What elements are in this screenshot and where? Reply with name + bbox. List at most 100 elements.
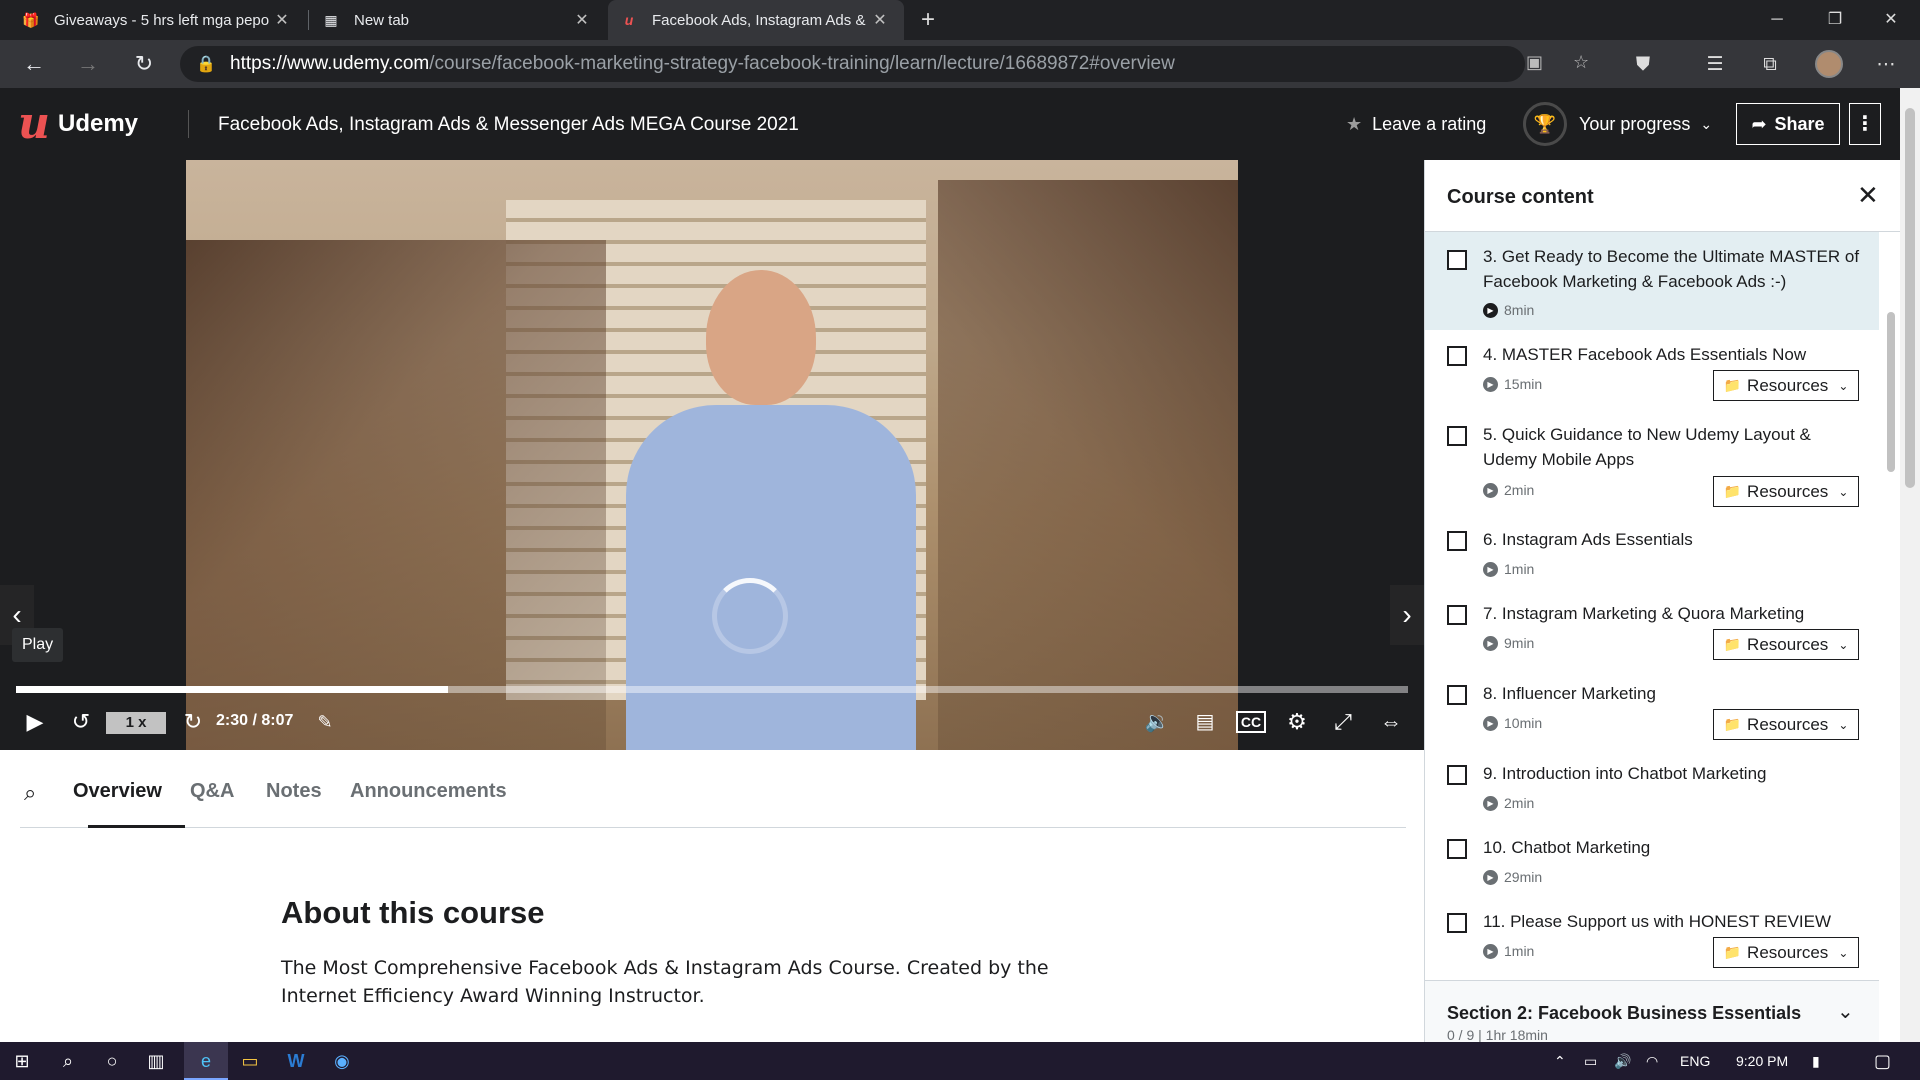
active-tab-underline: [88, 825, 185, 828]
captions-icon[interactable]: CC: [1236, 711, 1266, 733]
browser-tab-active[interactable]: u Facebook Ads, Instagram Ads & ✕: [608, 0, 904, 40]
resources-button[interactable]: 📁 Resources ⌄: [1713, 937, 1859, 968]
tab-title: Giveaways - 5 hrs left mga pepol: [54, 11, 270, 29]
rewind-icon[interactable]: ↺: [66, 708, 96, 736]
tab-announcements[interactable]: Announcements: [350, 780, 507, 803]
section-header[interactable]: Section 2: Facebook Business Essentials …: [1425, 980, 1879, 1042]
lecture-checkbox[interactable]: [1447, 250, 1467, 270]
play-icon[interactable]: ▶: [20, 708, 50, 736]
lecture-checkbox[interactable]: [1447, 913, 1467, 933]
more-options-icon[interactable]: ⋯: [1873, 52, 1899, 78]
profile-avatar[interactable]: [1815, 50, 1843, 78]
resources-button[interactable]: 📁 Resources ⌄: [1713, 629, 1859, 660]
lecture-item[interactable]: 10. Chatbot Marketing ▶ 29min: [1425, 823, 1879, 897]
share-button[interactable]: ➦ Share: [1736, 103, 1840, 145]
leave-rating-label: Leave a rating: [1372, 114, 1487, 134]
collections-icon[interactable]: ⧉: [1757, 52, 1783, 78]
app-icon[interactable]: ◉: [320, 1042, 364, 1080]
lecture-item[interactable]: 6. Instagram Ads Essentials ▶ 1min: [1425, 515, 1879, 589]
lecture-checkbox[interactable]: [1447, 685, 1467, 705]
more-menu-button[interactable]: ⋮: [1849, 103, 1881, 145]
tab-notes[interactable]: Notes: [266, 780, 322, 803]
clock[interactable]: 9:20 PM: [1736, 1042, 1788, 1080]
close-tab-icon[interactable]: ✕: [868, 10, 892, 30]
address-bar[interactable]: 🔒 https://www.udemy.com/course/facebook-…: [180, 46, 1589, 82]
about-heading: About this course: [281, 895, 545, 930]
notes-add-icon[interactable]: ✎: [310, 708, 340, 736]
volume-icon[interactable]: 🔊: [1614, 1042, 1631, 1080]
restore-icon[interactable]: ❐: [1806, 0, 1864, 40]
shield-extension-icon[interactable]: ⛊: [1630, 52, 1656, 78]
windows-start-icon[interactable]: ⊞: [0, 1042, 44, 1080]
word-icon[interactable]: W: [274, 1042, 318, 1080]
folder-icon: 📁: [1723, 483, 1742, 499]
transcript-icon[interactable]: ▤: [1190, 708, 1220, 736]
browser-tab[interactable]: 🎁 Giveaways - 5 hrs left mga pepol ✕: [10, 0, 306, 40]
settings-gear-icon[interactable]: ⚙: [1282, 708, 1312, 736]
search-icon[interactable]: ⌕: [24, 780, 36, 806]
favorite-star-icon[interactable]: ☆: [1573, 52, 1589, 73]
lecture-item[interactable]: 8. Influencer Marketing ▶ 10min 📁 Resource…: [1425, 669, 1879, 749]
lecture-item[interactable]: 4. MASTER Facebook Ads Essentials Now ▶ 1…: [1425, 330, 1879, 410]
resources-button[interactable]: 📁 Resources ⌄: [1713, 370, 1859, 401]
your-progress-button[interactable]: 🏆 Your progress ⌄: [1523, 102, 1712, 146]
battery-icon[interactable]: ▭: [1584, 1042, 1597, 1080]
back-icon[interactable]: ←: [18, 48, 50, 80]
folder-icon: 📁: [1723, 377, 1742, 393]
lecture-checkbox[interactable]: [1447, 605, 1467, 625]
notifications-icon[interactable]: ▢: [1874, 1042, 1891, 1080]
expand-width-icon[interactable]: ⇔: [1374, 708, 1408, 736]
task-view-icon[interactable]: ▥: [134, 1042, 178, 1080]
leave-rating-button[interactable]: ★ Leave a rating: [1346, 114, 1486, 135]
close-icon[interactable]: ✕: [1857, 180, 1879, 211]
url-host: https://www.udemy.com: [230, 53, 430, 74]
section-title: Section 2: Facebook Business Essentials: [1447, 1003, 1802, 1023]
search-icon[interactable]: ⌕: [46, 1042, 90, 1080]
seek-bar[interactable]: [16, 686, 1408, 693]
minimize-icon[interactable]: ─: [1748, 0, 1806, 40]
fullscreen-icon[interactable]: ⤢: [1328, 708, 1358, 736]
lecture-item[interactable]: 9. Introduction into Chatbot Marketing ▶…: [1425, 749, 1879, 823]
close-tab-icon[interactable]: ✕: [570, 10, 594, 30]
cortana-icon[interactable]: ○: [90, 1042, 134, 1080]
sidebar-scrollbar[interactable]: [1879, 232, 1900, 1040]
edge-browser-icon[interactable]: e: [184, 1042, 228, 1080]
tab-qa[interactable]: Q&A: [190, 780, 234, 803]
lecture-duration: ▶ 29min: [1483, 869, 1542, 885]
lecture-item[interactable]: 5. Quick Guidance to New Udemy Layout & …: [1425, 410, 1879, 515]
lecture-item[interactable]: 11. Please Support us with HONEST REVIEW…: [1425, 897, 1879, 979]
new-tab-button[interactable]: +: [912, 4, 944, 36]
wifi-icon[interactable]: ◠: [1646, 1042, 1658, 1080]
lecture-checkbox[interactable]: [1447, 765, 1467, 785]
forward-5s-icon[interactable]: ↻: [178, 708, 208, 736]
video-frame[interactable]: [186, 160, 1238, 750]
lecture-checkbox[interactable]: [1447, 346, 1467, 366]
page-scrollbar[interactable]: [1900, 88, 1920, 1042]
lecture-item[interactable]: 7. Instagram Marketing & Quora Marketing…: [1425, 589, 1879, 669]
file-explorer-icon[interactable]: ▭: [228, 1042, 272, 1080]
chevron-down-icon[interactable]: ⌄: [1837, 999, 1854, 1024]
playback-speed-button[interactable]: 1 x: [106, 712, 166, 734]
tray-chevron-icon[interactable]: ⌃: [1554, 1042, 1566, 1080]
next-lecture-arrow-icon[interactable]: ›: [1390, 585, 1424, 645]
lecture-checkbox[interactable]: [1447, 839, 1467, 859]
lecture-item[interactable]: 3. Get Ready to Become the Ultimate MAST…: [1425, 232, 1879, 330]
close-window-icon[interactable]: ✕: [1862, 0, 1920, 40]
favorites-list-icon[interactable]: ☰: [1702, 52, 1728, 78]
tab-overview[interactable]: Overview: [73, 780, 162, 803]
lecture-checkbox[interactable]: [1447, 531, 1467, 551]
show-desktop-icon[interactable]: ▮: [1812, 1042, 1820, 1080]
close-tab-icon[interactable]: ✕: [270, 10, 294, 30]
language-indicator[interactable]: ENG: [1680, 1042, 1710, 1080]
resources-button[interactable]: 📁 Resources ⌄: [1713, 476, 1859, 507]
udemy-icon: u: [624, 12, 634, 28]
browser-tab[interactable]: ▦ New tab ✕: [310, 0, 606, 40]
reader-mode-icon[interactable]: ▣: [1526, 52, 1543, 73]
udemy-logo[interactable]: u Udemy: [18, 102, 138, 146]
refresh-icon[interactable]: ↻: [128, 48, 160, 80]
lecture-checkbox[interactable]: [1447, 426, 1467, 446]
volume-icon[interactable]: 🔉: [1142, 708, 1172, 736]
video-player[interactable]: ‹ ›: [0, 160, 1424, 750]
resources-button[interactable]: 📁 Resources ⌄: [1713, 709, 1859, 740]
forward-icon[interactable]: →: [72, 48, 104, 80]
